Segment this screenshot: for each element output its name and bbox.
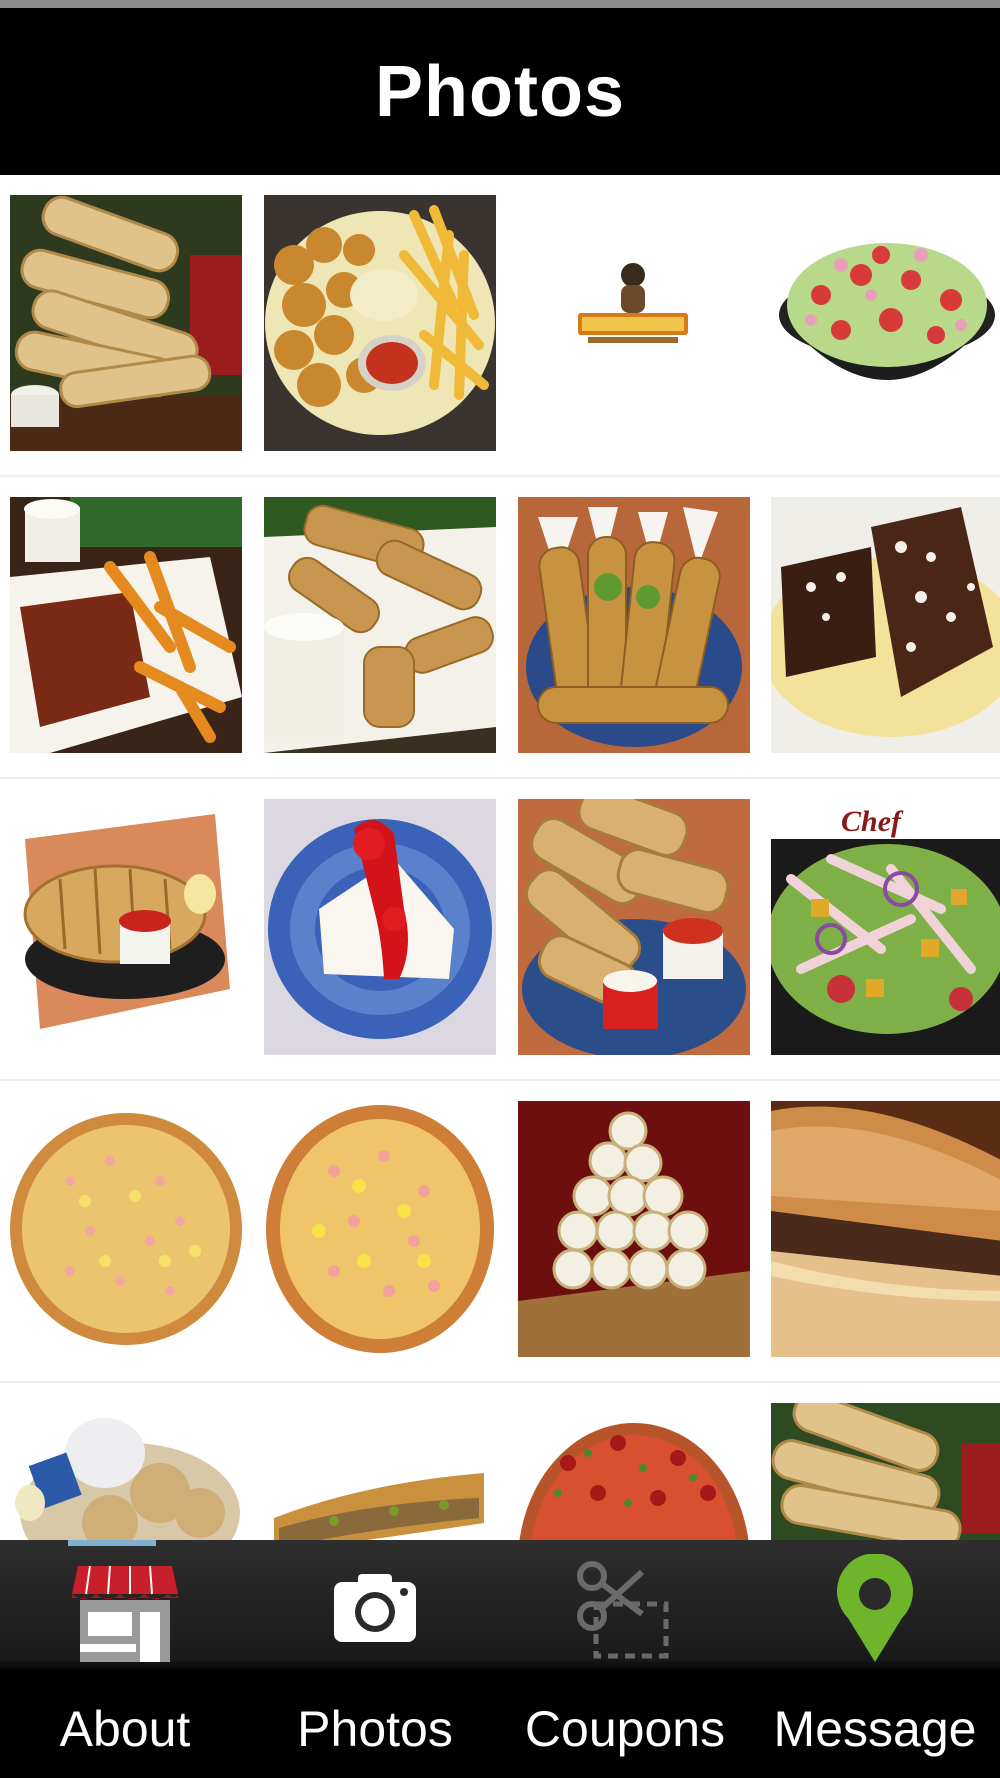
breadsticks-image bbox=[10, 195, 242, 451]
pineapple-pizza-image bbox=[264, 1101, 496, 1357]
photo-thumb-breadsticks[interactable] bbox=[10, 195, 242, 451]
pinwheel-rolls-image bbox=[518, 1101, 750, 1357]
camera-icon bbox=[320, 1554, 430, 1664]
photo-thumb-pineapple-pizza[interactable] bbox=[264, 1101, 496, 1357]
photo-thumb-cheesecake[interactable] bbox=[264, 799, 496, 1055]
chicken-tenders-image bbox=[518, 497, 750, 753]
photo-thumb-garlic-bread[interactable] bbox=[10, 799, 242, 1055]
bottom-tab-bar: About Photos Coupons Message bbox=[0, 1540, 1000, 1778]
cheesesteak-image bbox=[771, 1101, 1000, 1357]
page-header: Photos bbox=[0, 0, 1000, 175]
fish-and-chips-image bbox=[264, 497, 496, 753]
supreme-pizza-image bbox=[518, 1403, 750, 1540]
bowl-salad-image bbox=[771, 195, 1000, 451]
chef-salad-caption: Chef bbox=[841, 805, 904, 838]
photo-thumb-cheese-pizza[interactable] bbox=[10, 1101, 242, 1357]
sub-sandwich-image bbox=[264, 1403, 496, 1540]
ribs-image bbox=[10, 497, 242, 753]
photo-thumb-fried-shrimp[interactable] bbox=[264, 195, 496, 451]
cheese-sticks-image bbox=[518, 799, 750, 1055]
photo-thumb-pinwheel-rolls[interactable] bbox=[518, 1101, 750, 1357]
photo-thumb-supreme-pizza[interactable] bbox=[518, 1403, 750, 1540]
photo-thumb-cheese-sticks[interactable] bbox=[518, 799, 750, 1055]
photo-thumb-cheesesteak[interactable] bbox=[771, 1101, 1000, 1357]
tab-photos[interactable]: Photos bbox=[250, 1540, 500, 1778]
photo-thumb-bowl-salad[interactable] bbox=[771, 195, 1000, 451]
photo-thumb-ribs[interactable] bbox=[10, 497, 242, 753]
cheese-pizza-image bbox=[10, 1101, 242, 1357]
cheesecake-image bbox=[264, 799, 496, 1055]
photo-row bbox=[0, 1081, 1000, 1383]
chef-salad-image: Chef bbox=[771, 799, 1000, 1055]
storefront-icon bbox=[70, 1554, 180, 1664]
photo-thumb-restaurant-logo[interactable] bbox=[518, 195, 750, 451]
breadsticks-2-image bbox=[771, 1403, 1000, 1540]
tab-about-indicator bbox=[68, 1540, 156, 1546]
photo-row: Chef bbox=[0, 779, 1000, 1081]
tab-coupons-label: Coupons bbox=[524, 1701, 726, 1757]
garlic-bread-image bbox=[10, 799, 242, 1055]
map-pin-icon bbox=[820, 1554, 930, 1664]
restaurant-logo-image bbox=[518, 195, 750, 451]
app-root: Photos Chef About Photos Coupons Message bbox=[0, 0, 1000, 1778]
photo-thumb-breadsticks-2[interactable] bbox=[771, 1403, 1000, 1540]
photo-row bbox=[0, 175, 1000, 477]
tab-message[interactable]: Message bbox=[750, 1540, 1000, 1778]
fried-shrimp-image bbox=[264, 195, 496, 451]
photo-row bbox=[0, 1383, 1000, 1540]
tab-photos-label: Photos bbox=[297, 1701, 453, 1757]
photo-grid: Chef bbox=[0, 175, 1000, 1540]
tab-message-label: Message bbox=[773, 1701, 977, 1757]
page-title: Photos bbox=[375, 51, 625, 132]
photo-thumb-fish-and-chips[interactable] bbox=[264, 497, 496, 753]
wings-image bbox=[10, 1403, 242, 1540]
photo-thumb-brownies[interactable] bbox=[771, 497, 1000, 753]
tab-coupons[interactable]: Coupons bbox=[500, 1540, 750, 1778]
photo-thumb-chicken-tenders[interactable] bbox=[518, 497, 750, 753]
brownies-image bbox=[771, 497, 1000, 753]
tab-about[interactable]: About bbox=[0, 1540, 250, 1778]
photo-row bbox=[0, 477, 1000, 779]
photo-thumb-wings[interactable] bbox=[10, 1403, 242, 1540]
photo-thumb-sub-sandwich[interactable] bbox=[264, 1403, 496, 1540]
tab-about-label: About bbox=[59, 1701, 191, 1757]
photo-thumb-chef-salad[interactable]: Chef bbox=[771, 799, 1000, 1055]
scissors-coupon-icon bbox=[570, 1554, 680, 1664]
